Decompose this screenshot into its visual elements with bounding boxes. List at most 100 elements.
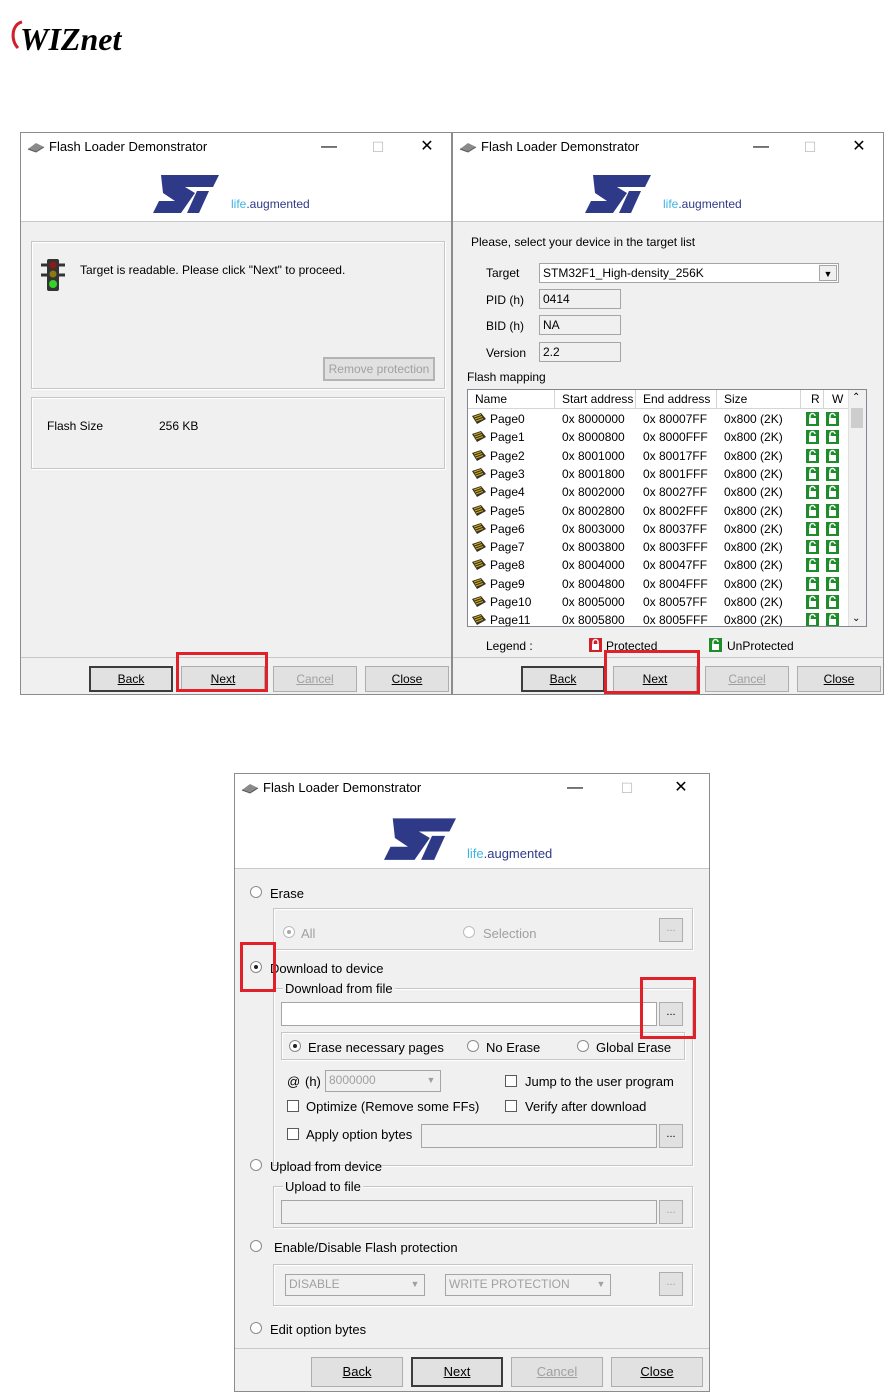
- close-window-button[interactable]: ✕: [667, 776, 695, 800]
- erase-all-radio[interactable]: [283, 926, 295, 938]
- cancel-button[interactable]: Cancel: [705, 666, 789, 692]
- write-lock-icon: [826, 521, 839, 536]
- scroll-up-icon[interactable]: ⌃: [852, 392, 860, 403]
- back-button[interactable]: Back: [521, 666, 605, 692]
- scroll-down-icon[interactable]: ⌄: [852, 613, 860, 624]
- protection-radio[interactable]: [250, 1240, 262, 1252]
- table-scrollbar[interactable]: ⌃ ⌄: [848, 390, 866, 626]
- bid-field: NA: [539, 315, 621, 335]
- protection-browse-button[interactable]: ...: [659, 1272, 683, 1296]
- table-row[interactable]: Page6 0x 8003000 0x 80037FF 0x800 (2K): [468, 520, 849, 538]
- page-size: 0x800 (2K): [724, 558, 783, 573]
- table-row[interactable]: Page9 0x 8004800 0x 8004FFF 0x800 (2K): [468, 575, 849, 593]
- chevron-down-icon: ▼: [819, 265, 837, 281]
- protection-type-value: WRITE PROTECTION: [449, 1277, 570, 1291]
- apply-option-input[interactable]: [421, 1124, 657, 1148]
- table-row[interactable]: Page7 0x 8003800 0x 8003FFF 0x800 (2K): [468, 538, 849, 556]
- table-row[interactable]: Page10 0x 8005000 0x 80057FF 0x800 (2K): [468, 593, 849, 611]
- traffic-light-icon: [41, 259, 65, 291]
- upload-radio[interactable]: [250, 1159, 262, 1171]
- erase-selection-browse-button[interactable]: ...: [659, 918, 683, 942]
- protection-mode-dropdown[interactable]: DISABLE ▼: [285, 1274, 425, 1296]
- minimize-button[interactable]: —: [315, 135, 343, 159]
- table-row[interactable]: Page11 0x 8005800 0x 8005FFF 0x800 (2K): [468, 611, 849, 627]
- memory-page-icon: [472, 449, 486, 461]
- verify-checkbox[interactable]: [505, 1100, 517, 1112]
- page-size: 0x800 (2K): [724, 521, 783, 536]
- erase-selection-radio[interactable]: [463, 926, 475, 938]
- minimize-button[interactable]: —: [747, 135, 775, 159]
- close-button[interactable]: Close: [365, 666, 449, 692]
- apply-option-checkbox[interactable]: [287, 1128, 299, 1140]
- upload-browse-button[interactable]: ...: [659, 1200, 683, 1224]
- table-row[interactable]: Page2 0x 8001000 0x 80017FF 0x800 (2K): [468, 447, 849, 465]
- st-banner: life.augmented: [453, 161, 883, 222]
- page-start: 0x 8001000: [562, 448, 625, 463]
- upload-file-input[interactable]: [281, 1200, 657, 1224]
- memory-page-icon: [472, 541, 486, 553]
- table-row[interactable]: Page3 0x 8001800 0x 8001FFF 0x800 (2K): [468, 465, 849, 483]
- bid-label: BID (h): [486, 319, 525, 333]
- page-name: Page4: [490, 485, 525, 500]
- maximize-button[interactable]: ☐: [796, 135, 824, 159]
- back-button[interactable]: Back: [89, 666, 173, 692]
- erase-radio[interactable]: [250, 886, 262, 898]
- write-lock-icon: [826, 430, 839, 445]
- table-row[interactable]: Page1 0x 8000800 0x 8000FFF 0x800 (2K): [468, 428, 849, 446]
- table-row[interactable]: Page0 0x 8000000 0x 80007FF 0x800 (2K): [468, 410, 849, 428]
- app-icon: [459, 143, 477, 153]
- address-dropdown[interactable]: 8000000 ▼: [325, 1070, 441, 1092]
- page-end: 0x 8000FFF: [643, 430, 708, 445]
- download-file-input[interactable]: [281, 1002, 657, 1026]
- col-name: Name: [475, 392, 508, 406]
- optimize-checkbox[interactable]: [287, 1100, 299, 1112]
- memory-page-icon: [472, 413, 486, 424]
- page-end: 0x 8001FFF: [643, 466, 708, 481]
- address-h-label: (h): [305, 1074, 321, 1089]
- write-lock-icon: [826, 576, 839, 591]
- close-window-button[interactable]: ✕: [413, 135, 441, 159]
- maximize-button[interactable]: ☐: [613, 776, 641, 800]
- erase-necessary-radio[interactable]: [289, 1040, 301, 1052]
- app-icon: [27, 143, 45, 153]
- close-button[interactable]: Close: [611, 1357, 703, 1387]
- close-button[interactable]: Close: [797, 666, 881, 692]
- title-bar: Flash Loader Demonstrator — ☐ ✕: [21, 133, 451, 161]
- edit-option-radio[interactable]: [250, 1322, 262, 1334]
- no-erase-radio[interactable]: [467, 1040, 479, 1052]
- back-button[interactable]: Back: [311, 1357, 403, 1387]
- page-name: Page10: [490, 595, 532, 609]
- write-lock-icon: [826, 540, 839, 555]
- close-window-button[interactable]: ✕: [845, 135, 873, 159]
- col-w: W: [832, 392, 844, 406]
- read-lock-icon: [806, 485, 819, 500]
- remove-protection-button[interactable]: Remove protection: [323, 357, 435, 381]
- memory-page-icon: [472, 467, 486, 479]
- apply-option-browse-button[interactable]: ...: [659, 1124, 683, 1148]
- cancel-button[interactable]: Cancel: [273, 666, 357, 692]
- table-row[interactable]: Page8 0x 8004000 0x 80047FF 0x800 (2K): [468, 556, 849, 574]
- col-end: End address: [643, 392, 711, 406]
- cancel-button[interactable]: Cancel: [511, 1357, 603, 1387]
- next-button[interactable]: Next: [411, 1357, 503, 1387]
- maximize-button[interactable]: ☐: [364, 135, 392, 159]
- page-size: 0x800 (2K): [724, 485, 783, 500]
- jump-user-checkbox[interactable]: [505, 1075, 517, 1087]
- page-start: 0x 8004800: [562, 576, 625, 591]
- back-label: Back: [549, 672, 577, 686]
- page-end: 0x 80047FF: [643, 558, 708, 573]
- table-row[interactable]: Page5 0x 8002800 0x 8002FFF 0x800 (2K): [468, 502, 849, 520]
- table-row[interactable]: Page4 0x 8002000 0x 80027FF 0x800 (2K): [468, 483, 849, 501]
- flash-mapping-label: Flash mapping: [467, 370, 546, 384]
- window-title: Flash Loader Demonstrator: [263, 780, 422, 795]
- target-dropdown[interactable]: STM32F1_High-density_256K ▼: [539, 263, 839, 283]
- minimize-button[interactable]: —: [561, 776, 589, 800]
- page-end: 0x 8005FFF: [643, 613, 708, 627]
- protection-type-dropdown[interactable]: WRITE PROTECTION ▼: [445, 1274, 611, 1296]
- scroll-thumb[interactable]: [851, 408, 863, 428]
- global-erase-radio[interactable]: [577, 1040, 589, 1052]
- flash-mapping-table[interactable]: Name Start address End address Size R W …: [467, 389, 867, 627]
- page-name: Page11: [490, 613, 531, 627]
- address-value: 8000000: [329, 1073, 376, 1087]
- cancel-label: Cancel: [536, 1364, 578, 1379]
